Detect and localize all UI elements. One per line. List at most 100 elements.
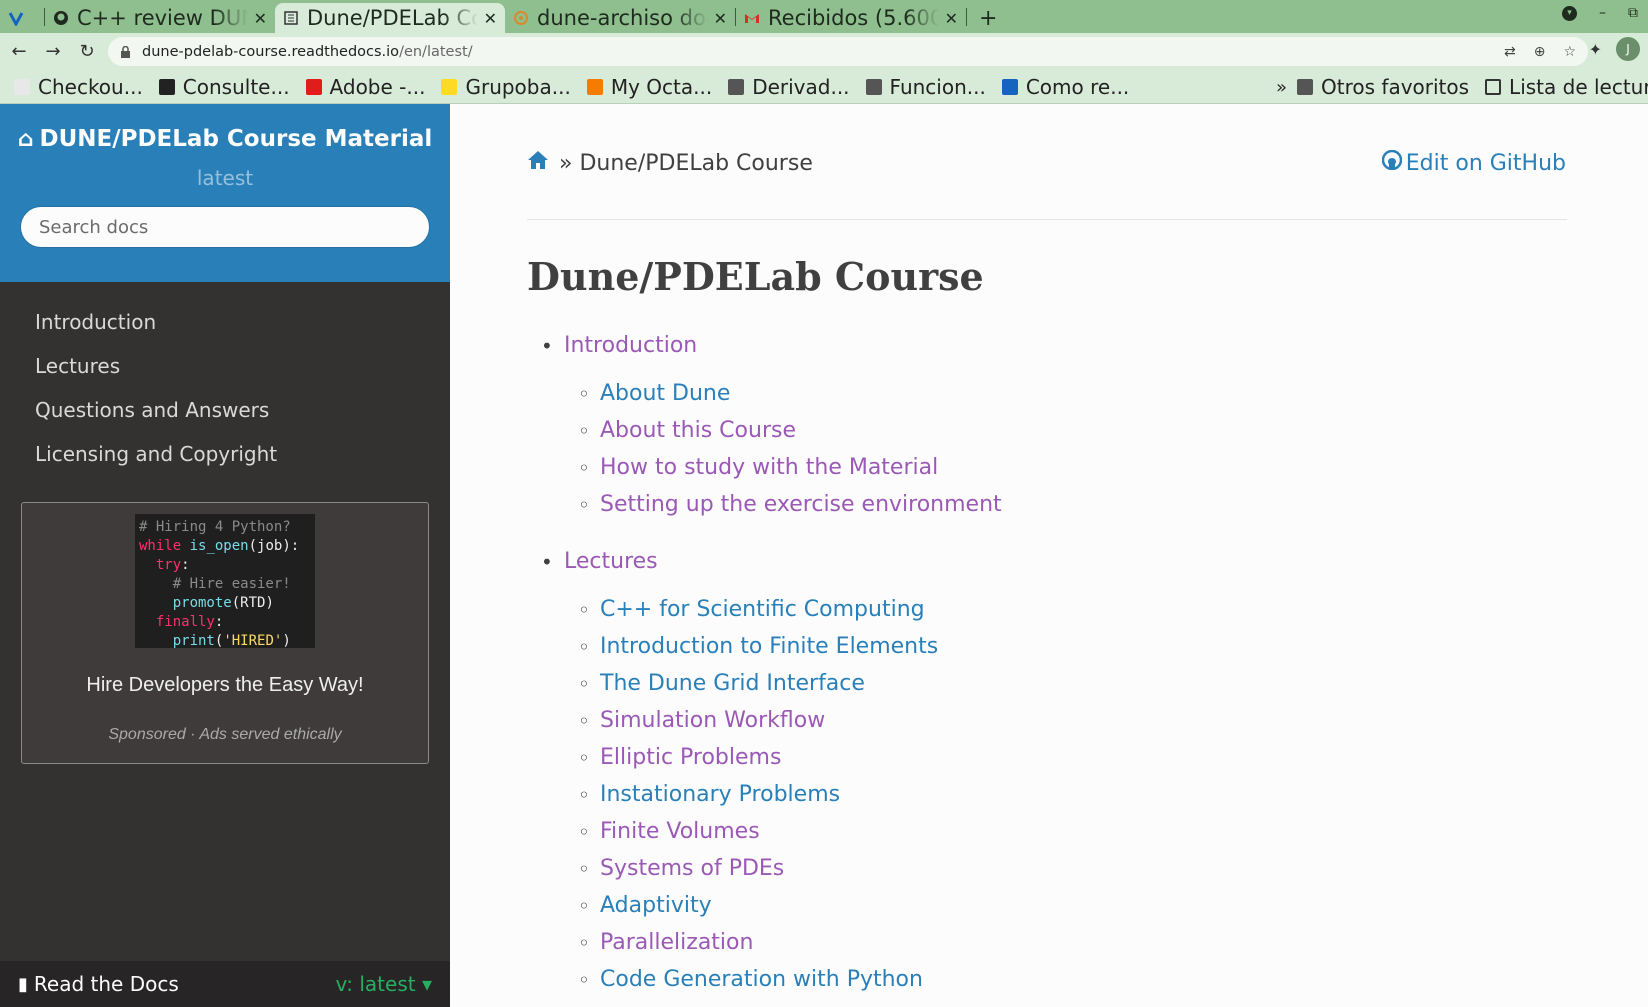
extension-area: ✦ J xyxy=(1589,37,1640,61)
other-favorites-folder[interactable]: Otros favoritos xyxy=(1297,75,1469,99)
gmail-icon xyxy=(744,10,760,26)
header-divider xyxy=(527,219,1567,220)
omnibox-actions: ⇄ ⊕ ☆ xyxy=(1504,44,1576,60)
url-path: /en/latest/ xyxy=(399,43,473,60)
bookmark-item[interactable]: Funcion... xyxy=(865,75,986,99)
globe-icon xyxy=(158,78,175,95)
sponsored-ad[interactable]: # Hiring 4 Python? while is_open(job): t… xyxy=(21,502,429,764)
toc-link-lectures[interactable]: Lectures xyxy=(564,549,658,574)
breadcrumb-current: Dune/PDELab Course xyxy=(579,150,813,176)
close-icon[interactable]: ✕ xyxy=(484,9,497,28)
toc-item: Systems of PDEs xyxy=(564,851,1002,888)
bookmark-item[interactable]: Como re... xyxy=(1001,75,1129,99)
bookmark-item[interactable]: My Octa... xyxy=(586,74,713,99)
bookmark-item[interactable]: Grupoba... xyxy=(441,75,571,99)
ad-code-line: while is_open(job): xyxy=(139,538,300,554)
vivaldi-icon xyxy=(8,10,24,26)
restore-icon[interactable]: ⧉ xyxy=(1628,5,1638,21)
sidebar-nav: Introduction Lectures Questions and Answ… xyxy=(0,282,450,476)
search-input[interactable] xyxy=(20,206,430,248)
toc-link-parallelization[interactable]: Parallelization xyxy=(600,930,753,955)
project-home-link[interactable]: ⌂ DUNE/PDELab Course Material xyxy=(18,126,433,152)
sidebar-item-questions-and-answers[interactable]: Questions and Answers xyxy=(0,388,450,432)
toc-link-how-to-study-with-the-material[interactable]: How to study with the Material xyxy=(600,455,938,480)
browser-toolbar: ← → ↻ dune-pdelab-course.readthedocs.io /… xyxy=(0,33,1648,70)
reading-list-button[interactable]: Lista de lectura xyxy=(1485,75,1648,99)
tab-cpp-review[interactable]: C++ review DUNE ✕ xyxy=(45,3,275,33)
lock-icon[interactable] xyxy=(120,45,132,58)
toc-link-adaptivity[interactable]: Adaptivity xyxy=(600,893,712,918)
project-title: DUNE/PDELab Course Material xyxy=(39,126,433,152)
tab-dune-archiso[interactable]: dune-archiso docs ✕ xyxy=(505,3,735,33)
bookmark-label: Consulte... xyxy=(182,74,290,99)
bookmark-item[interactable]: Consulte... xyxy=(158,74,290,99)
toc-link-about-this-course[interactable]: About this Course xyxy=(600,418,796,443)
toc-link-elliptic-problems[interactable]: Elliptic Problems xyxy=(600,745,781,770)
bookmark-item[interactable]: Checkou... xyxy=(14,75,143,99)
toc-link-systems-of-pdes[interactable]: Systems of PDEs xyxy=(600,856,784,881)
grupobancolombia-icon xyxy=(441,78,458,95)
version-selector[interactable]: v: latest ▾ xyxy=(336,972,432,996)
edit-on-github-link[interactable]: Edit on GitHub xyxy=(1381,149,1566,176)
zoom-icon[interactable]: ⊕ xyxy=(1534,44,1546,60)
reload-icon[interactable]: ↻ xyxy=(72,37,102,67)
minimize-icon[interactable]: – xyxy=(1599,5,1606,21)
close-icon[interactable]: ✕ xyxy=(714,9,727,28)
toc-item: About this Course xyxy=(564,413,1002,450)
close-icon[interactable]: ✕ xyxy=(945,9,958,28)
bookmark-label: My Octa... xyxy=(610,74,713,99)
github-icon xyxy=(53,10,69,26)
toc-link-simulation-workflow[interactable]: Simulation Workflow xyxy=(600,708,825,733)
table-of-contents: Introduction About Dune About this Course H… xyxy=(527,328,1002,1007)
toc-item: C++ for Scientific Computing xyxy=(564,592,1002,629)
toc-link-about-dune[interactable]: About Dune xyxy=(600,381,730,406)
translate-icon[interactable]: ⇄ xyxy=(1504,44,1516,60)
forward-icon[interactable]: → xyxy=(38,37,68,67)
toc-link-c-for-scientific-computing[interactable]: C++ for Scientific Computing xyxy=(600,597,925,622)
ad-sponsored-note[interactable]: Sponsored · Ads served ethically xyxy=(22,726,428,744)
rust-icon xyxy=(513,10,529,26)
tab-dune-pdelab-course[interactable]: Dune/PDELab Course ✕ xyxy=(275,3,505,33)
toc-item: Finite Volumes xyxy=(564,814,1002,851)
profile-avatar[interactable]: J xyxy=(1616,37,1640,61)
tab-search-icon[interactable]: ▾ xyxy=(1562,5,1577,21)
address-bar[interactable]: dune-pdelab-course.readthedocs.io/en/lat… xyxy=(108,37,1588,66)
bookmarks-bar: Checkou... Consulte... Adobe -... Grupoba..… xyxy=(0,70,1648,104)
toc-item: Parallelization xyxy=(564,925,1002,962)
ad-code-line: promote(RTD) xyxy=(172,595,274,611)
tab-title: C++ review DUNE xyxy=(77,6,248,30)
tab-vivaldi[interactable] xyxy=(0,3,44,33)
tab-gmail[interactable]: Recibidos (5.600 ✕ xyxy=(736,3,966,33)
bookmarks-overflow-button[interactable]: » xyxy=(1276,77,1287,98)
sidebar-item-lectures[interactable]: Lectures xyxy=(0,344,450,388)
toc-link-the-dune-grid-interface[interactable]: The Dune Grid Interface xyxy=(600,671,865,696)
folder-icon xyxy=(1297,79,1314,95)
ad-headline[interactable]: Hire Developers the Easy Way! xyxy=(22,674,428,697)
bookmark-item[interactable]: Adobe -... xyxy=(305,75,425,99)
bookmark-item[interactable]: Derivad... xyxy=(728,74,850,99)
star-icon[interactable]: ☆ xyxy=(1563,44,1576,60)
window-controls: ▾ – ⧉ xyxy=(1562,5,1638,21)
bookmark-label: Derivad... xyxy=(752,74,850,99)
back-icon[interactable]: ← xyxy=(4,37,34,67)
toc-link-instationary-problems[interactable]: Instationary Problems xyxy=(600,782,840,807)
home-icon[interactable] xyxy=(527,150,549,176)
trello-icon xyxy=(1001,78,1018,95)
extensions-puzzle-icon[interactable]: ✦ xyxy=(1589,40,1602,59)
sidebar-item-licensing-and-copyright[interactable]: Licensing and Copyright xyxy=(0,432,450,476)
sidebar-item-introduction[interactable]: Introduction xyxy=(0,300,450,344)
breadcrumb-separator: » xyxy=(559,150,573,176)
toc-link-introduction-to-finite-elements[interactable]: Introduction to Finite Elements xyxy=(600,634,938,659)
browser-tab-strip: C++ review DUNE ✕ Dune/PDELab Course ✕ d… xyxy=(0,0,1648,33)
toc-link-introduction[interactable]: Introduction xyxy=(564,333,697,358)
toc-link-code-generation-with-python[interactable]: Code Generation with Python xyxy=(600,967,923,992)
toc-item: How to study with the Material xyxy=(564,450,1002,487)
ad-code-image[interactable]: # Hiring 4 Python? while is_open(job): t… xyxy=(135,514,315,649)
close-icon[interactable]: ✕ xyxy=(254,9,267,28)
docs-sidebar: ⌂ DUNE/PDELab Course Material latest Int… xyxy=(0,104,450,1007)
new-tab-button[interactable]: + xyxy=(967,3,1009,33)
rtd-version-bar[interactable]: ▮ Read the Docs v: latest ▾ xyxy=(0,961,450,1007)
toc-link-finite-volumes[interactable]: Finite Volumes xyxy=(600,819,760,844)
toc-link-setting-up-the-exercise-environment[interactable]: Setting up the exercise environment xyxy=(600,492,1002,517)
tab-title: Dune/PDELab Course xyxy=(307,6,478,30)
